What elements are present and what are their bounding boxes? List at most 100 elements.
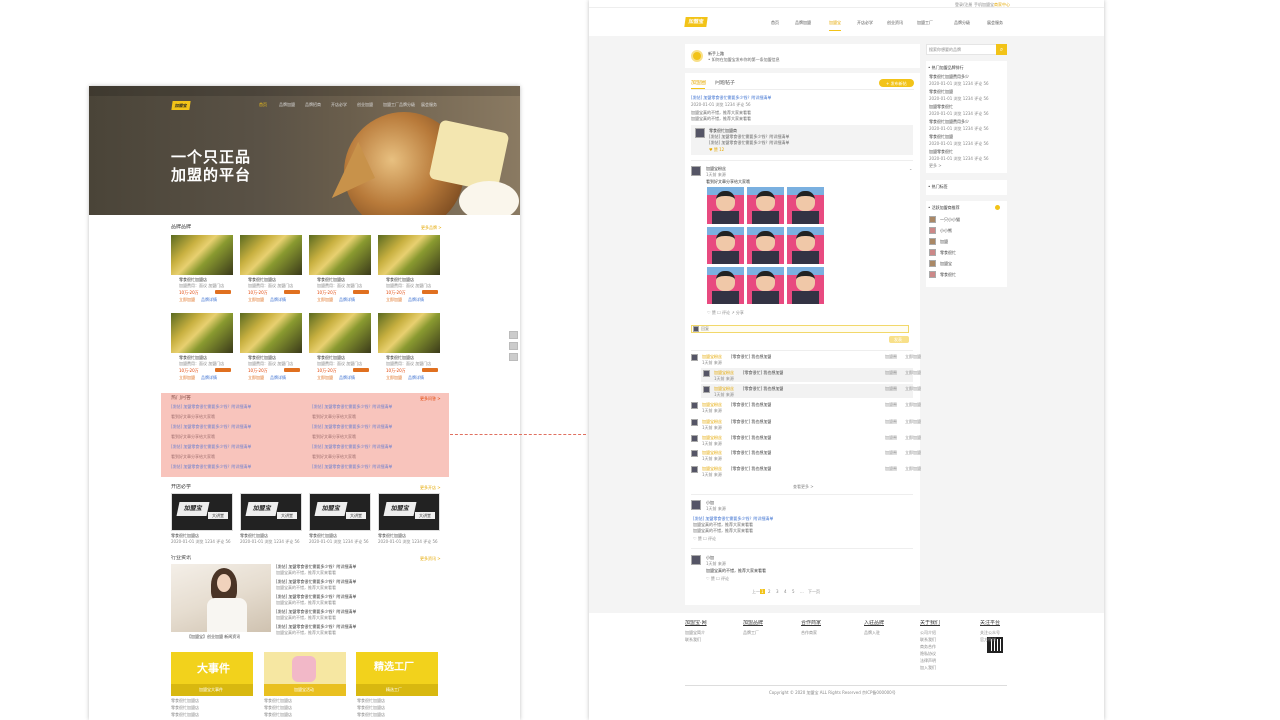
course-card[interactable]: 加盟宝 大讲堂 <box>240 493 302 531</box>
top-link-login[interactable]: 登录/注册 <box>955 2 972 7</box>
footer-link[interactable]: 商务合作 <box>920 644 936 649</box>
user-avatar[interactable] <box>929 216 936 223</box>
brand-card-name[interactable]: 零食很忙加盟店 <box>317 355 345 360</box>
hot-qa-title[interactable]: [发帖] 加盟零食很忙需要多少钱？附详细清单 <box>171 444 251 449</box>
more-replies-link[interactable]: 查看更多 > <box>793 484 814 489</box>
brand-card-join-button[interactable] <box>353 290 369 294</box>
back-to-top-icon[interactable] <box>509 353 518 361</box>
reply-avatar[interactable] <box>691 466 698 473</box>
bottom-list-item[interactable]: 零食很忙加盟店 <box>357 705 385 710</box>
hot-brand-item[interactable]: 零食很忙加盟费用多少 <box>929 74 969 79</box>
nav-item-7[interactable]: 展会服务 <box>421 102 437 107</box>
course-card[interactable]: 加盟宝 大讲堂 <box>378 493 440 531</box>
brand-card[interactable]: 零食很忙加盟店 加盟费用：面议 加盟门店 10万-20万 立即加盟 品牌详情 <box>378 235 440 307</box>
comment-more[interactable]: ⌄ <box>909 166 912 171</box>
comment-avatar[interactable] <box>691 166 701 176</box>
profile-photo[interactable] <box>707 227 744 264</box>
factory-card[interactable]: 精选工厂 精选工厂 <box>356 652 438 696</box>
profile-photo[interactable] <box>707 187 744 224</box>
bottom-list-item[interactable]: 零食很忙加盟店 <box>171 705 199 710</box>
user2-name[interactable]: 小加 <box>706 500 714 505</box>
user-avatar[interactable] <box>929 227 936 234</box>
profile-photo[interactable] <box>747 227 784 264</box>
brand-card-join-button[interactable] <box>422 368 438 372</box>
brand-card[interactable]: 零食很忙加盟店 加盟费用：面议 加盟门店 10万-20万 立即加盟 品牌详情 <box>171 235 233 307</box>
brand-card[interactable]: 零食很忙加盟店 加盟费用：面议 加盟门店 10万-20万 立即加盟 品牌详情 <box>309 235 371 307</box>
nav-link[interactable]: 开店必学 <box>857 20 873 25</box>
nav-item-2[interactable]: 品牌招商 <box>305 102 321 107</box>
publish-button[interactable]: + 发布新帖 <box>879 79 914 87</box>
brand-card[interactable]: 零食很忙加盟店 加盟费用：面议 加盟门店 10万-20万 立即加盟 品牌详情 <box>309 313 371 385</box>
profile-photo[interactable] <box>707 267 744 304</box>
reply-comment-action[interactable]: 加盟圈 <box>885 354 897 359</box>
profile-photo[interactable] <box>747 267 784 304</box>
user-avatar[interactable] <box>929 260 936 267</box>
hot-qa-title[interactable]: [发帖] 加盟零食很忙需要多少钱？附详细清单 <box>171 424 251 429</box>
brand-card-tag-2[interactable]: 品牌详情 <box>339 375 355 380</box>
nav-link[interactable]: 创业资讯 <box>887 20 903 25</box>
brand-card-tag-2[interactable]: 品牌详情 <box>270 297 286 302</box>
page-item[interactable]: ... <box>800 589 804 594</box>
user-name[interactable]: 加盟宝 <box>940 261 952 266</box>
user-avatar[interactable] <box>929 271 936 278</box>
reply-user[interactable]: 加盟宝粉丝 <box>714 386 734 391</box>
user-name[interactable]: 小小熊 <box>940 228 952 233</box>
brand-card-join-button[interactable] <box>422 290 438 294</box>
top-link-mobile[interactable]: 手机加盟宝 <box>974 2 994 7</box>
comment-user[interactable]: 加盟宝粉丝 <box>706 166 726 171</box>
top-link-merchant[interactable]: 商家中心 <box>994 2 1010 7</box>
site-logo[interactable]: 加盟宝 <box>684 17 708 27</box>
user3-avatar[interactable] <box>691 555 701 565</box>
bottom-list-item[interactable]: 零食很忙加盟店 <box>171 712 199 717</box>
brand-card-tag-2[interactable]: 品牌详情 <box>408 297 424 302</box>
quote-like[interactable]: ♥ 赞 12 <box>709 147 724 152</box>
footer-link[interactable]: 加盟宝简介 <box>685 630 705 635</box>
brand-card-join-button[interactable] <box>215 290 231 294</box>
reply-avatar[interactable] <box>703 370 710 377</box>
brand-card-name[interactable]: 零食很忙加盟店 <box>317 277 345 282</box>
page-item[interactable]: 1 <box>760 589 765 594</box>
brand-card-join-button[interactable] <box>353 368 369 372</box>
course-title[interactable]: 零食很忙加盟店 <box>240 533 268 538</box>
nav-item-3[interactable]: 开店必学 <box>331 102 347 107</box>
nav-link[interactable]: 加盟工厂 <box>917 20 933 25</box>
page-item[interactable]: 4 <box>784 589 787 594</box>
brand-card-name[interactable]: 零食很忙加盟店 <box>386 277 414 282</box>
bottom-list-item[interactable]: 零食很忙加盟店 <box>171 698 199 703</box>
brand-card[interactable]: 零食很忙加盟店 加盟费用：面议 加盟门店 10万-20万 立即加盟 品牌详情 <box>378 313 440 385</box>
course-title[interactable]: 零食很忙加盟店 <box>309 533 337 538</box>
reply-user[interactable]: 加盟宝粉丝 <box>702 466 722 471</box>
nav-item-6[interactable]: 品牌分级 <box>399 102 415 107</box>
brand-card[interactable]: 零食很忙加盟店 加盟费用：面议 加盟门店 10万-20万 立即加盟 品牌详情 <box>240 235 302 307</box>
course-card[interactable]: 加盟宝 大讲堂 <box>309 493 371 531</box>
brand-card-name[interactable]: 零食很忙加盟店 <box>179 355 207 360</box>
footer-link[interactable]: 加入我们 <box>920 665 936 670</box>
user3-name[interactable]: 小加 <box>706 555 714 560</box>
news-item-title[interactable]: [发帖] 加盟零食很忙需要多少钱？附详细清单 <box>276 624 356 629</box>
profile-photo[interactable] <box>787 187 824 224</box>
reply-avatar[interactable] <box>691 450 698 457</box>
hot-brand-item[interactable]: 加盟零食很忙 <box>929 104 953 109</box>
course-title[interactable]: 零食很忙加盟店 <box>171 533 199 538</box>
brand-card-tag-2[interactable]: 品牌详情 <box>201 297 217 302</box>
reply-comment-action[interactable]: 加盟圈 <box>885 386 897 391</box>
brand-card[interactable]: 零食很忙加盟店 加盟费用：面议 加盟门店 10万-20万 立即加盟 品牌详情 <box>240 313 302 385</box>
reply-like-action[interactable]: 立即加盟 <box>905 435 921 440</box>
reply-like-action[interactable]: 立即加盟 <box>905 386 921 391</box>
reply-user[interactable]: 加盟宝粉丝 <box>702 435 722 440</box>
event-card[interactable]: 大事件 加盟宝大事件 <box>171 652 253 696</box>
brand-card-name[interactable]: 零食很忙加盟店 <box>248 355 276 360</box>
nav-item-5[interactable]: 加盟工厂 <box>383 102 399 107</box>
hot-qa-title[interactable]: [发帖] 加盟零食很忙需要多少钱？附详细清单 <box>312 444 392 449</box>
footer-link[interactable]: 联系我们 <box>685 637 701 642</box>
page-item[interactable]: 下一页 <box>808 589 820 594</box>
float-button-2[interactable] <box>509 342 518 350</box>
reply-avatar[interactable] <box>691 354 698 361</box>
news-item-title[interactable]: [发帖] 加盟零食很忙需要多少钱？附详细清单 <box>276 564 356 569</box>
float-button-1[interactable] <box>509 331 518 339</box>
user-avatar[interactable] <box>929 238 936 245</box>
brand-card-name[interactable]: 零食很忙加盟店 <box>386 355 414 360</box>
hot-qa-title[interactable]: [发帖] 加盟零食很忙需要多少钱？附详细清单 <box>171 404 251 409</box>
brand-card-tag-2[interactable]: 品牌详情 <box>408 375 424 380</box>
page-item[interactable]: 2 <box>768 589 771 594</box>
